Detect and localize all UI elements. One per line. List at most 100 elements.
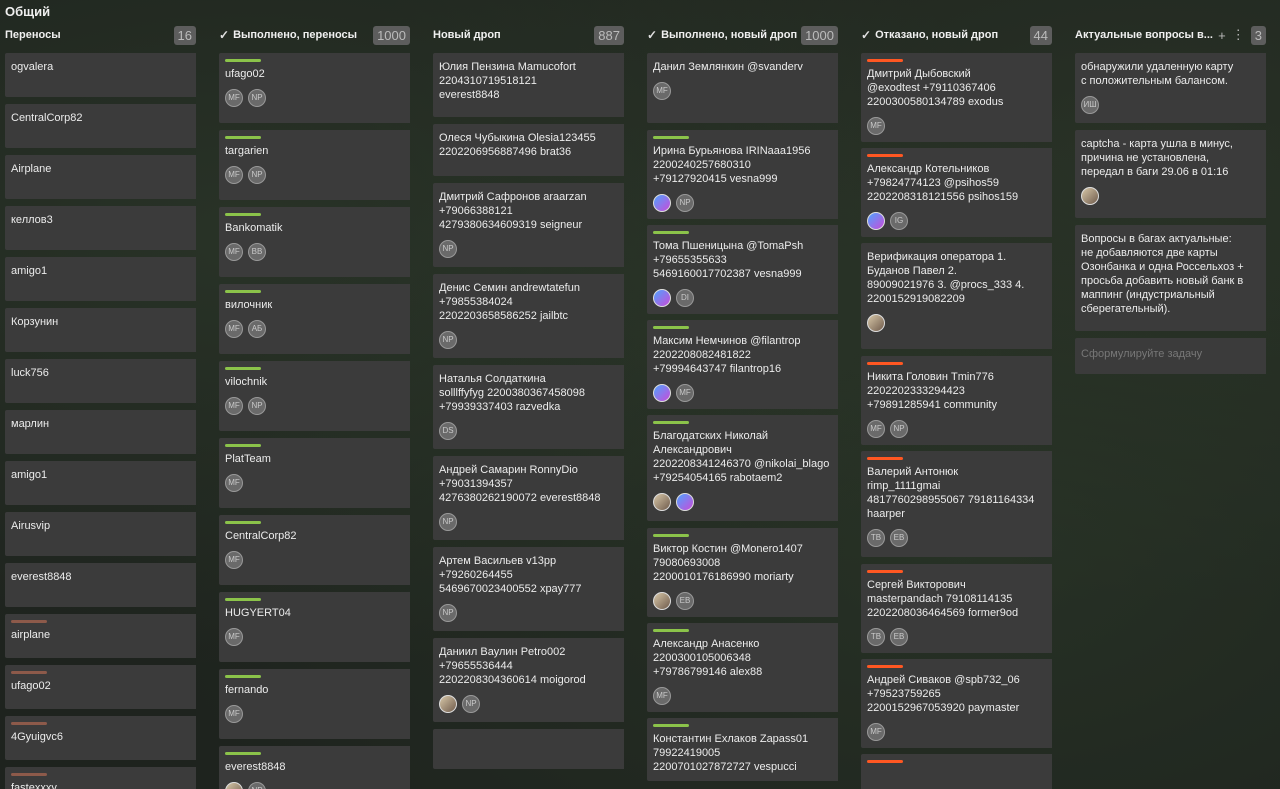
avatar[interactable] bbox=[676, 493, 694, 511]
avatar[interactable]: МF bbox=[225, 474, 243, 492]
task-card[interactable]: Дмитрий Сафронов araarzan +79066388121 4… bbox=[433, 183, 624, 267]
avatar[interactable]: МF bbox=[225, 320, 243, 338]
avatar[interactable] bbox=[225, 782, 243, 789]
avatar[interactable] bbox=[653, 289, 671, 307]
task-card[interactable]: Денис Семин andrewtatefun +79855384024 2… bbox=[433, 274, 624, 358]
task-card[interactable]: Корзунин bbox=[5, 308, 196, 352]
avatar[interactable] bbox=[653, 194, 671, 212]
avatar[interactable] bbox=[653, 384, 671, 402]
avatar[interactable]: МF bbox=[867, 723, 885, 741]
task-card[interactable]: Вопросы в багах актуальные: не добавляют… bbox=[1075, 225, 1266, 331]
avatar[interactable]: NP bbox=[248, 89, 266, 107]
avatar[interactable]: EB bbox=[676, 592, 694, 610]
task-card[interactable]: Александр Анасенко 2200300105006348 +797… bbox=[647, 623, 838, 712]
avatar[interactable]: NP bbox=[439, 604, 457, 622]
task-card[interactable]: fernando МF bbox=[219, 669, 410, 739]
task-card[interactable]: captcha - карта ушла в минус, причина не… bbox=[1075, 130, 1266, 218]
task-card[interactable]: PlatTeam МF bbox=[219, 438, 410, 508]
avatar[interactable]: NP bbox=[439, 513, 457, 531]
task-card[interactable]: CentralCorp82 МF bbox=[219, 515, 410, 585]
task-card[interactable]: Airusvip bbox=[5, 512, 196, 556]
plus-icon[interactable]: + bbox=[1218, 28, 1226, 43]
avatar[interactable]: МF bbox=[225, 397, 243, 415]
task-card[interactable]: Андрей Сиваков @spb732_06 +79523759265 2… bbox=[861, 659, 1052, 748]
task-card[interactable]: обнаружили удаленную карту с положительн… bbox=[1075, 53, 1266, 123]
task-card[interactable]: ogvalera bbox=[5, 53, 196, 97]
task-card[interactable]: Ирина Бурьянова IRINaaa1956 220024025768… bbox=[647, 130, 838, 219]
avatar[interactable] bbox=[439, 695, 457, 713]
task-card[interactable]: Верификация оператора 1. Буданов Павел 2… bbox=[861, 243, 1052, 349]
task-card[interactable]: Данил Землянкин @svanderv МF bbox=[647, 53, 838, 123]
task-card[interactable]: fastexxxy bbox=[5, 767, 196, 789]
avatar[interactable] bbox=[867, 314, 885, 332]
task-card[interactable]: Константин Ехлаков Zapass01 79922419005 … bbox=[647, 718, 838, 781]
more-vertical-icon[interactable]: ⋮ bbox=[1232, 27, 1245, 43]
avatar[interactable]: NP bbox=[439, 240, 457, 258]
avatar[interactable] bbox=[653, 493, 671, 511]
task-card[interactable]: Наталья Солдаткина solllffyfyg 220038036… bbox=[433, 365, 624, 449]
avatar[interactable]: МF bbox=[867, 420, 885, 438]
task-card[interactable]: HUGYERT04 МF bbox=[219, 592, 410, 662]
avatar[interactable]: DS bbox=[439, 422, 457, 440]
task-card[interactable] bbox=[433, 729, 624, 769]
task-card[interactable]: Сергей Викторович masterpandach 79108114… bbox=[861, 564, 1052, 653]
task-card[interactable]: amigo1 bbox=[5, 461, 196, 505]
avatar[interactable]: МF bbox=[225, 551, 243, 569]
avatar[interactable]: NP bbox=[890, 420, 908, 438]
task-card[interactable]: марлин bbox=[5, 410, 196, 454]
task-card[interactable]: Благодатских Николай Александрович 22022… bbox=[647, 415, 838, 521]
avatar[interactable]: МF bbox=[225, 705, 243, 723]
avatar[interactable]: NP bbox=[248, 166, 266, 184]
task-card[interactable]: Дмитрий Дыбовский @exodtest +79110367406… bbox=[861, 53, 1052, 142]
avatar[interactable]: DI bbox=[676, 289, 694, 307]
avatar[interactable] bbox=[653, 592, 671, 610]
task-card[interactable]: amigo1 bbox=[5, 257, 196, 301]
avatar[interactable]: TB bbox=[867, 529, 885, 547]
avatar[interactable]: МF bbox=[653, 687, 671, 705]
task-card[interactable]: Валерий Антонюк rimp_1111gmai 4817760298… bbox=[861, 451, 1052, 557]
task-card[interactable]: Виктор Костин @Monero1407 79080693008 22… bbox=[647, 528, 838, 617]
avatar[interactable]: МF bbox=[225, 243, 243, 261]
avatar[interactable]: МF bbox=[653, 82, 671, 100]
avatar[interactable]: EB bbox=[890, 529, 908, 547]
avatar[interactable]: МF bbox=[225, 628, 243, 646]
task-card[interactable]: Максим Немчинов @filantrop 2202208082481… bbox=[647, 320, 838, 409]
avatar[interactable]: NP bbox=[248, 397, 266, 415]
avatar[interactable]: МF bbox=[225, 166, 243, 184]
avatar[interactable] bbox=[867, 212, 885, 230]
task-card[interactable]: everest8848 bbox=[5, 563, 196, 607]
new-task-input[interactable]: Сформулируйте задачу bbox=[1075, 338, 1266, 374]
avatar[interactable]: BB bbox=[248, 243, 266, 261]
task-card[interactable]: Никита Головин Tmin776 2202202333294423 … bbox=[861, 356, 1052, 445]
avatar[interactable]: NP bbox=[439, 331, 457, 349]
task-card[interactable]: targarien МF NP bbox=[219, 130, 410, 200]
task-card[interactable]: airplane bbox=[5, 614, 196, 658]
avatar[interactable]: МF bbox=[867, 117, 885, 135]
task-card[interactable]: Тома Пшеницына @TomaPsh +79655355633 546… bbox=[647, 225, 838, 314]
avatar[interactable]: NP bbox=[676, 194, 694, 212]
avatar[interactable]: МF bbox=[676, 384, 694, 402]
avatar[interactable]: ИШ bbox=[1081, 96, 1099, 114]
task-card[interactable]: ufago02 bbox=[5, 665, 196, 709]
task-card[interactable]: келлов3 bbox=[5, 206, 196, 250]
task-card[interactable]: Александр Котельников +79824774123 @psih… bbox=[861, 148, 1052, 237]
avatar[interactable]: МF bbox=[225, 89, 243, 107]
task-card[interactable]: ufago02 МF NP bbox=[219, 53, 410, 123]
task-card[interactable]: Airplane bbox=[5, 155, 196, 199]
task-card[interactable]: Даниил Ваулин Petro002 +79655536444 2202… bbox=[433, 638, 624, 722]
task-card[interactable]: 4Gyuigvc6 bbox=[5, 716, 196, 760]
task-card[interactable]: luck756 bbox=[5, 359, 196, 403]
avatar[interactable] bbox=[1081, 187, 1099, 205]
avatar[interactable]: TB bbox=[867, 628, 885, 646]
task-card[interactable]: vilochnik МF NP bbox=[219, 361, 410, 431]
task-card[interactable]: Андрей Самарин RonnyDio +79031394357 427… bbox=[433, 456, 624, 540]
avatar[interactable]: NP bbox=[248, 782, 266, 789]
task-card[interactable]: Юлия Пензина Mamucofort 2204310719518121… bbox=[433, 53, 624, 117]
task-card[interactable]: everest8848 NP bbox=[219, 746, 410, 789]
task-card[interactable] bbox=[861, 754, 1052, 789]
task-card[interactable]: CentralCorp82 bbox=[5, 104, 196, 148]
avatar[interactable]: NP bbox=[462, 695, 480, 713]
task-card[interactable]: вилочник МF АБ bbox=[219, 284, 410, 354]
avatar[interactable]: EB bbox=[890, 628, 908, 646]
task-card[interactable]: Артем Васильев v13pp +79260264455 546967… bbox=[433, 547, 624, 631]
